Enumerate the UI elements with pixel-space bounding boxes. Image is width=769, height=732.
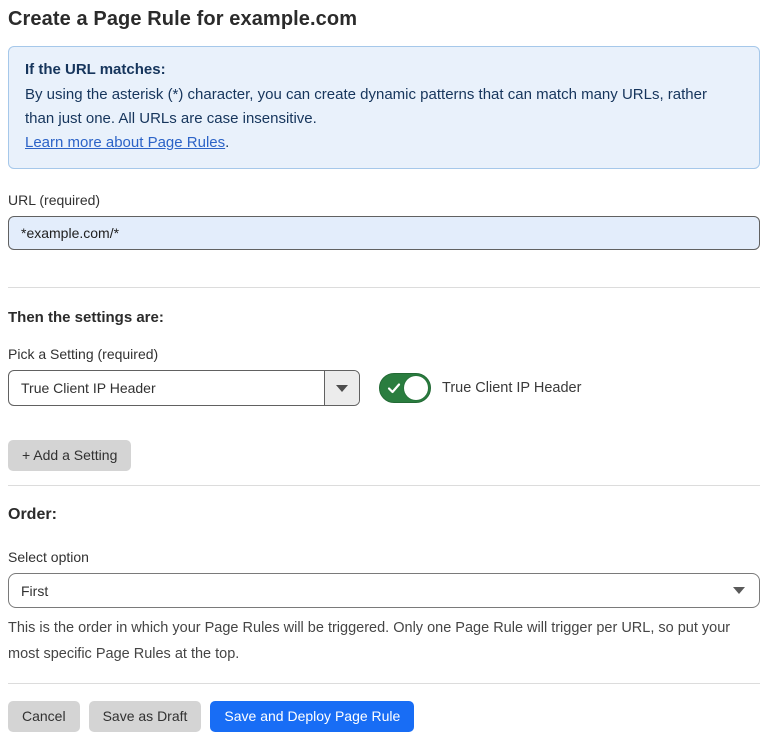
- info-box-heading: If the URL matches:: [25, 58, 743, 82]
- settings-section-heading: Then the settings are:: [8, 309, 760, 326]
- chevron-down-icon: [733, 587, 745, 594]
- order-select-label: Select option: [8, 549, 760, 565]
- toggle-knob: [404, 376, 428, 400]
- check-icon: [387, 381, 401, 395]
- save-and-deploy-button[interactable]: Save and Deploy Page Rule: [210, 701, 414, 732]
- divider: [8, 683, 760, 684]
- setting-row: True Client IP Header True Client IP Hea…: [8, 370, 760, 406]
- order-select-value: First: [21, 583, 48, 599]
- divider: [8, 485, 760, 486]
- url-field-label: URL (required): [8, 192, 760, 208]
- order-select[interactable]: First: [8, 573, 760, 608]
- info-box-body: By using the asterisk (*) character, you…: [25, 83, 725, 131]
- create-page-rule-form: Create a Page Rule for example.com If th…: [0, 0, 769, 732]
- url-match-info-box: If the URL matches: By using the asteris…: [8, 46, 760, 169]
- add-setting-button[interactable]: + Add a Setting: [8, 440, 131, 471]
- setting-select-value: True Client IP Header: [9, 371, 324, 405]
- action-button-row: Cancel Save as Draft Save and Deploy Pag…: [8, 701, 760, 732]
- url-section: URL (required): [8, 192, 760, 250]
- learn-more-link[interactable]: Learn more about Page Rules: [25, 134, 225, 151]
- page-title: Create a Page Rule for example.com: [8, 8, 760, 31]
- url-input[interactable]: [8, 216, 760, 250]
- order-help-text: This is the order in which your Page Rul…: [8, 615, 748, 667]
- setting-select[interactable]: True Client IP Header: [8, 370, 360, 406]
- save-as-draft-button[interactable]: Save as Draft: [89, 701, 202, 732]
- setting-select-arrow-button[interactable]: [324, 371, 359, 405]
- divider: [8, 287, 760, 288]
- info-box-link-row: Learn more about Page Rules.: [25, 131, 743, 155]
- link-suffix: .: [225, 134, 229, 151]
- order-section-heading: Order:: [8, 506, 760, 524]
- cancel-button[interactable]: Cancel: [8, 701, 80, 732]
- toggle-label: True Client IP Header: [442, 380, 581, 396]
- true-client-ip-toggle[interactable]: [379, 373, 431, 403]
- chevron-down-icon: [336, 385, 348, 392]
- pick-setting-label: Pick a Setting (required): [8, 346, 760, 362]
